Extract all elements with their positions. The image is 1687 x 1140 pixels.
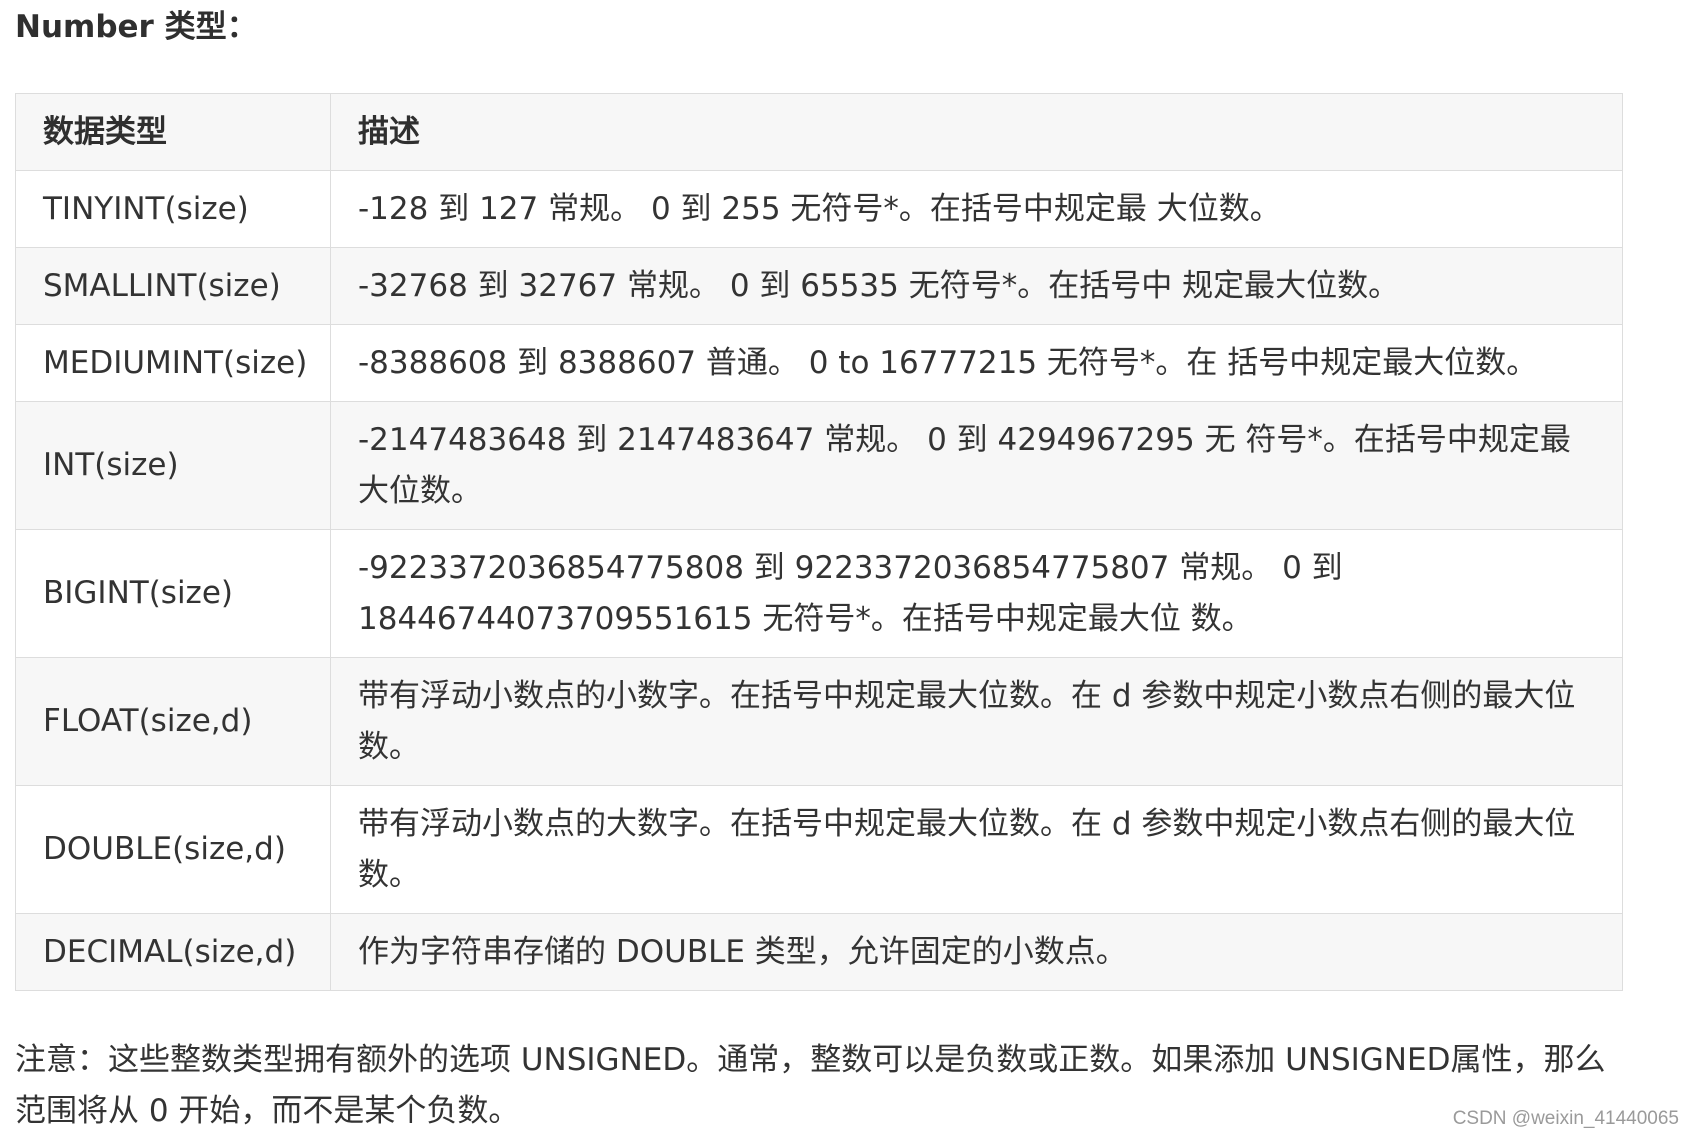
description-cell: -9223372036854775808 到 92233720368547758…	[330, 529, 1623, 658]
type-cell: INT(size)	[15, 401, 331, 530]
description-cell: -32768 到 32767 常规。 0 到 65535 无符号*。在括号中 规…	[330, 247, 1623, 325]
table-header-row: 数据类型 描述	[15, 93, 1623, 171]
type-cell: SMALLINT(size)	[15, 247, 331, 325]
type-cell: FLOAT(size,d)	[15, 657, 331, 786]
table-row: DECIMAL(size,d) 作为字符串存储的 DOUBLE 类型，允许固定的…	[15, 913, 1623, 991]
section-heading: Number 类型：	[15, 9, 258, 45]
table-row: INT(size) -2147483648 到 2147483647 常规。 0…	[15, 401, 1623, 530]
type-cell: DECIMAL(size,d)	[15, 913, 331, 991]
description-cell: 带有浮动小数点的大数字。在括号中规定最大位数。在 d 参数中规定小数点右侧的最大…	[330, 785, 1623, 914]
table-row: DOUBLE(size,d) 带有浮动小数点的大数字。在括号中规定最大位数。在 …	[15, 785, 1623, 914]
description-cell: 带有浮动小数点的小数字。在括号中规定最大位数。在 d 参数中规定小数点右侧的最大…	[330, 657, 1623, 786]
csdn-watermark: CSDN @weixin_41440065	[1452, 1108, 1679, 1129]
type-cell: BIGINT(size)	[15, 529, 331, 658]
column-header-description: 描述	[330, 93, 1623, 171]
type-cell: DOUBLE(size,d)	[15, 785, 331, 914]
description-cell: 作为字符串存储的 DOUBLE 类型，允许固定的小数点。	[330, 913, 1623, 991]
number-types-table: 数据类型 描述 TINYINT(size) -128 到 127 常规。 0 到…	[15, 93, 1623, 991]
unsigned-note: 注意：这些整数类型拥有额外的选项 UNSIGNED。通常，整数可以是负数或正数。…	[15, 1042, 1606, 1129]
table-row: FLOAT(size,d) 带有浮动小数点的小数字。在括号中规定最大位数。在 d…	[15, 657, 1623, 786]
table-row: BIGINT(size) -9223372036854775808 到 9223…	[15, 529, 1623, 658]
type-cell: TINYINT(size)	[15, 170, 331, 248]
type-cell: MEDIUMINT(size)	[15, 324, 331, 402]
table-row: TINYINT(size) -128 到 127 常规。 0 到 255 无符号…	[15, 170, 1623, 248]
description-cell: -8388608 到 8388607 普通。 0 to 16777215 无符号…	[330, 324, 1623, 402]
description-cell: -2147483648 到 2147483647 常规。 0 到 4294967…	[330, 401, 1623, 530]
column-header-type: 数据类型	[15, 93, 331, 171]
description-cell: -128 到 127 常规。 0 到 255 无符号*。在括号中规定最 大位数。	[330, 170, 1623, 248]
table-row: SMALLINT(size) -32768 到 32767 常规。 0 到 65…	[15, 247, 1623, 325]
table-row: MEDIUMINT(size) -8388608 到 8388607 普通。 0…	[15, 324, 1623, 402]
